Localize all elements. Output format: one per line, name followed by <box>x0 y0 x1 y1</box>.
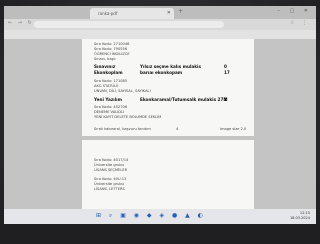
row1-desc: Yılsız seçme kalıs mulakis <box>140 64 201 69</box>
pdf-toolbar <box>4 30 316 39</box>
browser-tab[interactable]: ranka-pdf ✕ <box>90 8 174 19</box>
p2-block1-line: Sıra Kodu: 4017/14 <box>94 158 129 162</box>
new-tab-button[interactable]: + <box>178 8 183 15</box>
toolbar-icons[interactable]: ☆ ⋮ <box>290 20 310 26</box>
window-controls[interactable]: – ▢ ✕ <box>277 8 312 14</box>
pdf-page-1: Sıra Kodu: 2710046 Sıra Kodu: 790556 ÖĞR… <box>82 39 254 136</box>
block3-line: DENEME VALIDLI <box>94 110 125 114</box>
p2-block2-line: LİSANS, LETTERS <box>94 187 125 191</box>
header-line: Sıra Kodu: 790556 <box>94 47 128 51</box>
p2-block2-line: Sıra Kodu: 40U.13 <box>94 177 127 181</box>
header-line: Sıra Kodu: 2710046 <box>94 42 130 46</box>
address-bar[interactable] <box>34 21 224 28</box>
row2-label: Ekonkoplam <box>94 70 123 75</box>
block3-line: YENİ KAYIT DELETE BOLUMDE SEKLIM <box>94 115 162 119</box>
footer-mid: 4 <box>176 127 179 131</box>
row2-desc: barıaı ekonkopam <box>140 70 183 75</box>
tab-title: ranka-pdf <box>98 11 118 16</box>
row1-label: Sınavınız <box>94 64 116 69</box>
block2-line: AKG STATÜLÜ <box>94 84 119 88</box>
footer-left: Sıralı kabıraral, başvuru tanıtım <box>94 127 151 131</box>
browser-toolbar: ← → ↻ ☆ ⋮ <box>4 19 316 30</box>
row1-value: 0 <box>224 64 227 69</box>
laptop-screen: ranka-pdf ✕ + – ▢ ✕ ← → ↻ ☆ ⋮ Sıra Kodu:… <box>4 6 316 224</box>
block2-line: Sıra Kodu: 171085 <box>94 79 128 83</box>
block2-line: UNVAN, DİLİ, SAYISAL, SAYIKALI <box>94 89 151 93</box>
clock-date: 18.03.2024 <box>289 216 310 220</box>
header-line: Sınavı, başlı <box>94 57 116 61</box>
row3-value: 1 <box>224 97 227 102</box>
taskbar-app-icons[interactable]: ⊞ ⌕ ▣ ◉ ◆ ◈ ● ▲ ◐ <box>96 212 206 220</box>
row2-value: 17 <box>224 70 230 75</box>
tab-close-icon[interactable]: ✕ <box>167 8 171 19</box>
p2-block1-line: LİSANS SEÇMELER <box>94 168 128 172</box>
header-line: ÖĞRENCİ İNGİLİZCE <box>94 52 130 56</box>
row3-desc: Ekonkaramal/Tutumsalk mulakis 27M <box>140 97 228 102</box>
pdf-viewer: Sıra Kodu: 2710046 Sıra Kodu: 790556 ÖĞR… <box>4 39 316 209</box>
nav-buttons[interactable]: ← → ↻ <box>8 20 34 26</box>
system-tray-clock[interactable]: 12:15 18.03.2024 <box>290 211 310 221</box>
browser-tab-bar: ranka-pdf ✕ + – ▢ ✕ <box>4 6 316 19</box>
p2-block2-line: Üniversite grubu <box>94 182 124 186</box>
pdf-page-2: Sıra Kodu: 4017/14 Üniversite grubu LİSA… <box>82 140 254 209</box>
block3-line: Sıra Kodu: 452706 <box>94 105 128 109</box>
footer-right: image size 2.0 <box>220 127 247 131</box>
row3-label: Yeni Yazılım <box>94 97 122 102</box>
laptop-bottom-bezel <box>0 224 320 244</box>
p2-block1-line: Üniversite grubu <box>94 163 124 167</box>
windows-taskbar: ⊞ ⌕ ▣ ◉ ◆ ◈ ● ▲ ◐ 12:15 18.03.2024 <box>4 209 316 224</box>
